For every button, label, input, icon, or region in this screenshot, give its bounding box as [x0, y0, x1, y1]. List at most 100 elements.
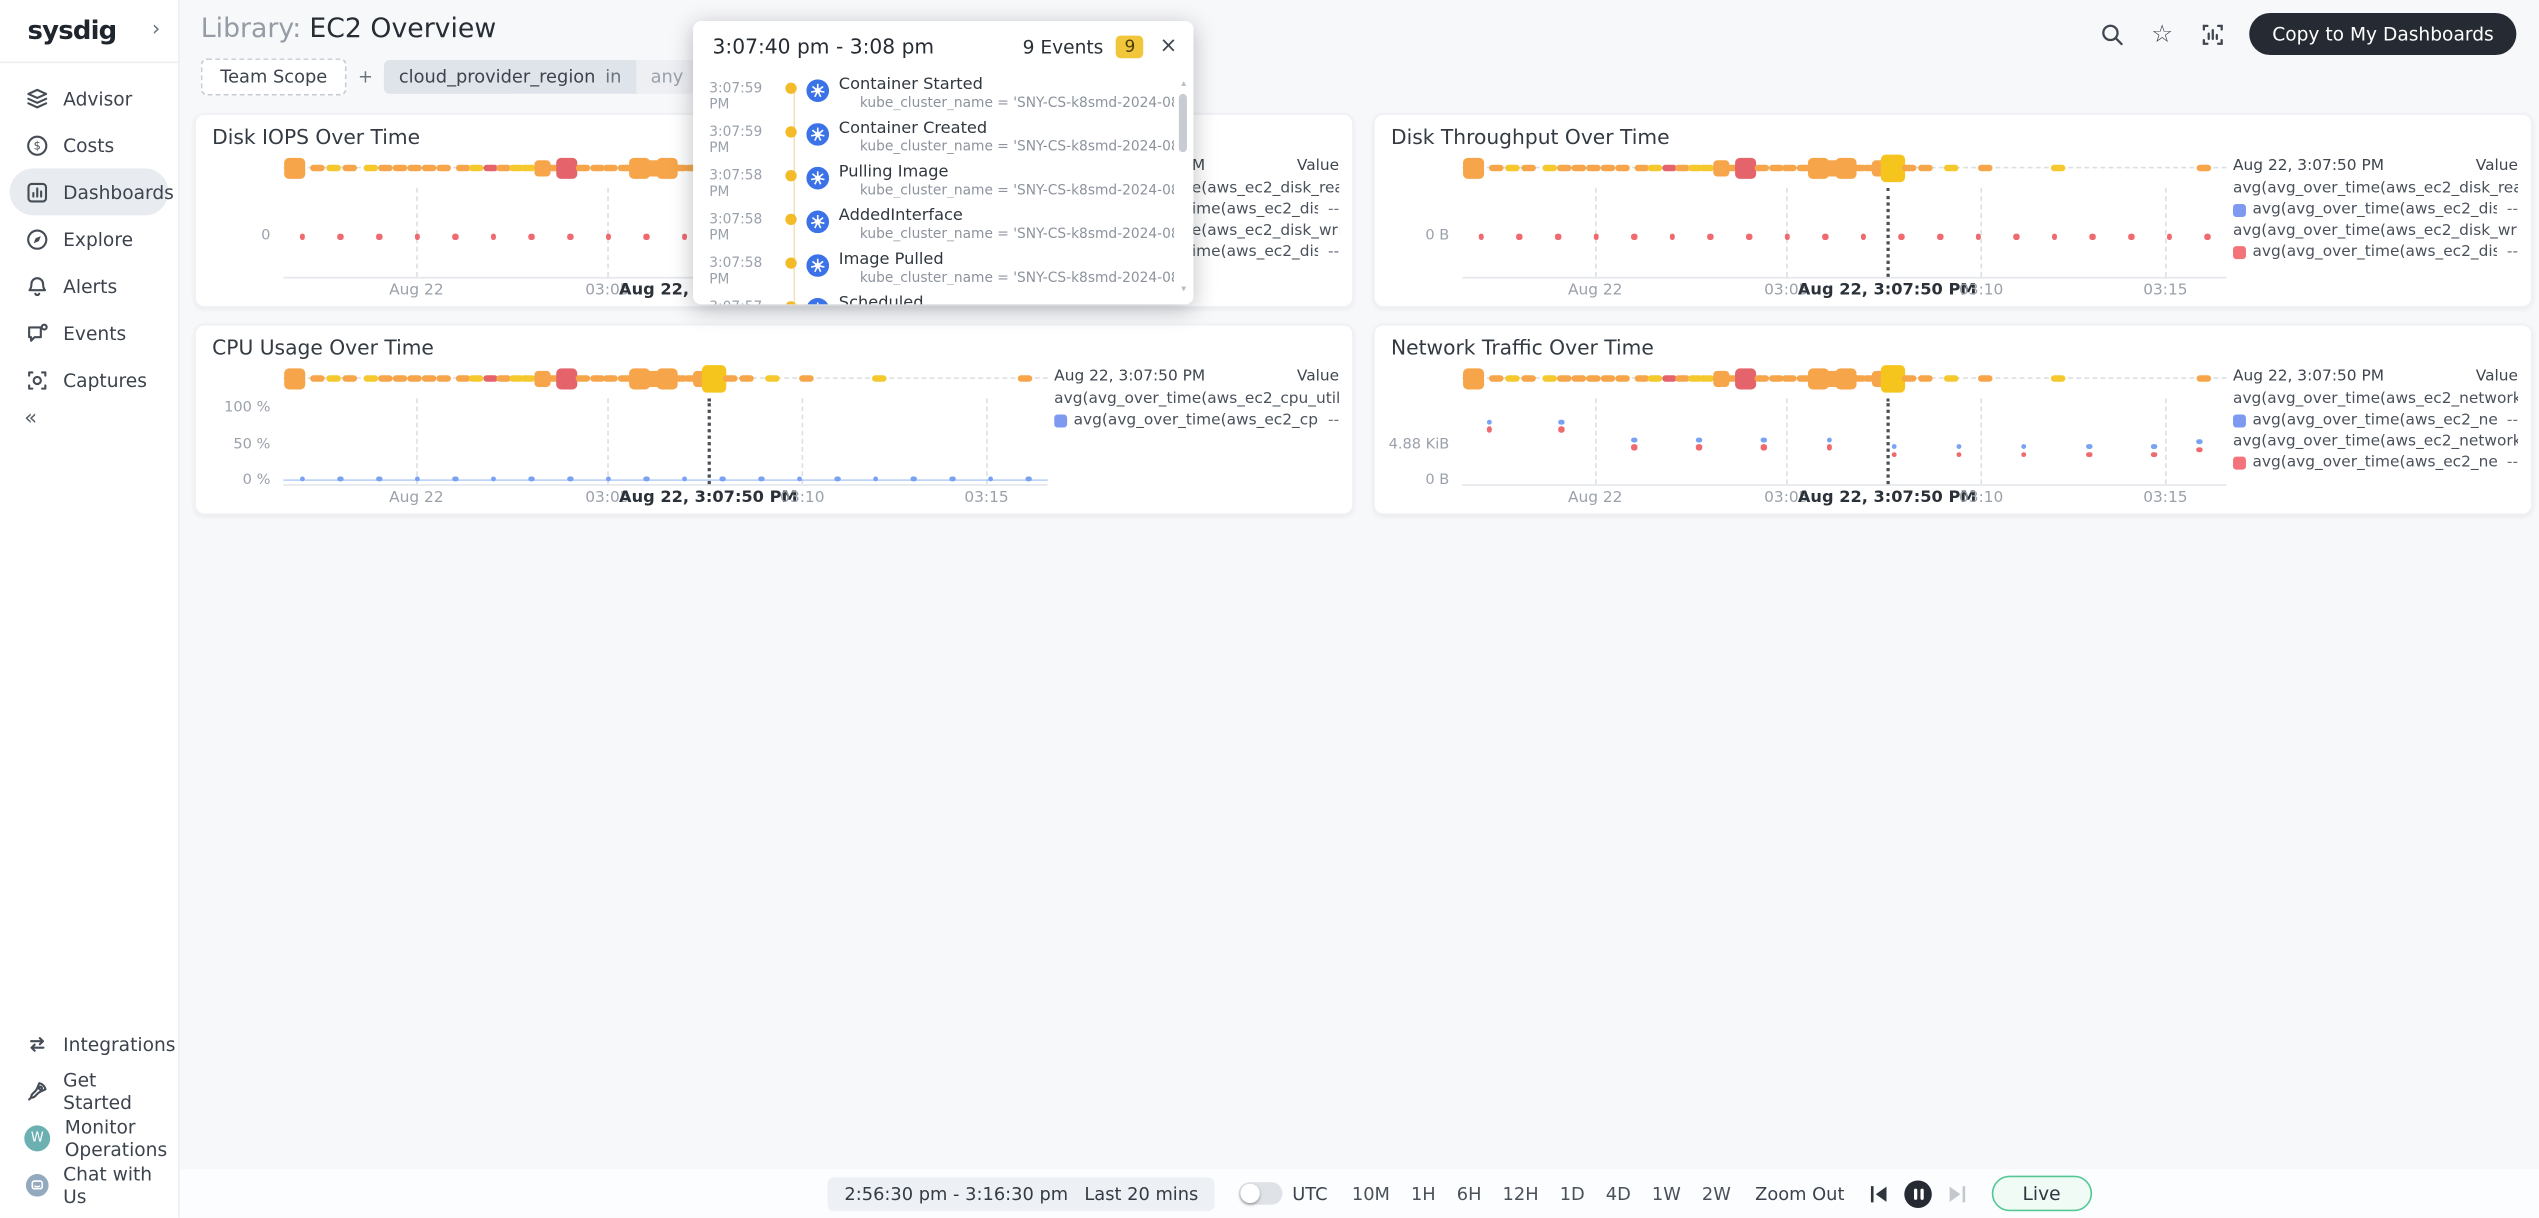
team-scope-pill[interactable]: Team Scope: [200, 58, 347, 96]
event-marker[interactable]: [283, 367, 305, 389]
event-marker[interactable]: [799, 374, 815, 382]
event-marker[interactable]: [342, 163, 358, 172]
event-list-item[interactable]: 3:07:58 PM AddedInterface kube_cluster_nam…: [693, 202, 1180, 246]
legend-series-row[interactable]: avg(avg_over_time(aws_ec2_cpu_utilizati.…: [1054, 410, 1339, 431]
event-list-item[interactable]: 3:07:59 PM Container Started kube_cluster_…: [693, 71, 1180, 115]
event-marker[interactable]: [310, 163, 326, 172]
event-marker[interactable]: [872, 374, 887, 382]
legend-series-row[interactable]: avg(avg_over_time(aws_ec2_disk_write_b..…: [2233, 241, 2518, 262]
time-range-pill[interactable]: 2:56:30 pm - 3:16:30 pm Last 20 mins: [828, 1176, 1215, 1211]
event-marker[interactable]: [1600, 374, 1616, 382]
event-marker[interactable]: [1782, 163, 1798, 172]
event-marker[interactable]: [1634, 163, 1650, 172]
event-marker[interactable]: [1586, 374, 1601, 382]
utc-toggle[interactable]: [1238, 1182, 1283, 1205]
event-marker[interactable]: [407, 374, 423, 382]
star-icon[interactable]: ☆: [2149, 19, 2175, 48]
scroll-up-icon[interactable]: ▴: [1179, 79, 1189, 89]
event-marker[interactable]: [378, 374, 394, 382]
event-marker[interactable]: [1901, 163, 1916, 172]
event-list-item[interactable]: 3:07:58 PM Image Pulled kube_cluster_name …: [693, 246, 1180, 290]
event-marker[interactable]: [1505, 374, 1520, 382]
event-marker[interactable]: [2196, 374, 2211, 382]
event-marker[interactable]: [436, 163, 452, 172]
event-marker[interactable]: [1648, 374, 1663, 382]
event-marker[interactable]: [1978, 374, 1994, 382]
event-marker[interactable]: [310, 374, 326, 382]
event-marker[interactable]: [1769, 374, 1784, 382]
event-marker[interactable]: [1944, 163, 1959, 172]
event-marker[interactable]: [1648, 163, 1663, 172]
event-marker[interactable]: [1615, 163, 1631, 172]
zoom-out-button[interactable]: Zoom Out: [1755, 1183, 1844, 1204]
event-marker[interactable]: [2196, 163, 2211, 172]
sidebar-item-events[interactable]: Events: [0, 309, 178, 356]
event-marker[interactable]: [393, 163, 408, 172]
copy-to-my-dashboards-button[interactable]: Copy to My Dashboards: [2249, 12, 2517, 56]
event-list-item[interactable]: 3:07:59 PM Container Created kube_cluster_…: [693, 115, 1180, 159]
sidebar-expand-icon[interactable]: ›: [152, 18, 160, 42]
quick-range-10m[interactable]: 10M: [1352, 1183, 1390, 1204]
quick-range-1h[interactable]: 1H: [1411, 1183, 1436, 1204]
sidebar-item-monitor-operations[interactable]: W Monitor Operations: [0, 1114, 178, 1161]
event-marker[interactable]: [1521, 163, 1537, 172]
legend-group-row[interactable]: avg(avg_over_time(aws_ec2_network_out{$_…: [2233, 431, 2518, 452]
event-marker[interactable]: [590, 163, 605, 172]
event-marker[interactable]: [1521, 374, 1537, 382]
sidebar-item-dashboards[interactable]: Dashboards: [9, 168, 174, 216]
event-marker[interactable]: [1571, 374, 1587, 382]
scan-chart-icon[interactable]: [2199, 21, 2225, 47]
live-button[interactable]: Live: [1991, 1175, 2092, 1212]
event-marker[interactable]: [1600, 163, 1616, 172]
event-marker[interactable]: [342, 374, 358, 382]
skip-back-icon[interactable]: [1869, 1183, 1890, 1204]
quick-range-1w[interactable]: 1W: [1652, 1183, 1681, 1204]
event-marker[interactable]: [603, 163, 619, 172]
skip-forward-icon[interactable]: [1946, 1183, 1967, 1204]
collapse-sidebar-icon[interactable]: «: [0, 403, 178, 430]
event-marker[interactable]: [555, 367, 577, 389]
event-marker[interactable]: [1918, 374, 1933, 382]
event-marker[interactable]: [1017, 374, 1033, 382]
quick-range-6h[interactable]: 6H: [1457, 1183, 1482, 1204]
event-marker[interactable]: [765, 374, 780, 382]
close-icon[interactable]: ×: [1160, 36, 1178, 57]
event-marker[interactable]: [1489, 163, 1504, 172]
event-marker[interactable]: [1782, 374, 1798, 382]
scroll-down-icon[interactable]: ▾: [1179, 284, 1189, 295]
event-marker[interactable]: [1944, 374, 1959, 382]
legend-group-row[interactable]: avg(avg_over_time(aws_ec2_disk_write_byt…: [2233, 220, 2518, 241]
sidebar-item-alerts[interactable]: Alerts: [0, 262, 178, 309]
event-marker[interactable]: [576, 163, 592, 172]
event-marker[interactable]: [1662, 163, 1677, 172]
quick-range-2w[interactable]: 2W: [1702, 1183, 1731, 1204]
sidebar-item-get-started[interactable]: Get Started: [0, 1067, 178, 1114]
event-marker[interactable]: [1542, 163, 1558, 172]
event-marker[interactable]: [469, 374, 485, 382]
event-marker[interactable]: [576, 374, 592, 382]
event-list-item[interactable]: 3:07:57 PM Scheduledkube_cluster_name = '…: [693, 290, 1180, 305]
legend-group-row[interactable]: avg(avg_over_time(aws_ec2_disk_read_byte…: [2233, 178, 2518, 199]
event-marker[interactable]: [436, 374, 452, 382]
event-marker[interactable]: [378, 163, 394, 172]
event-marker[interactable]: [1755, 374, 1770, 382]
event-marker[interactable]: [555, 157, 577, 179]
legend-series-row[interactable]: avg(avg_over_time(aws_ec2_network_in{$..…: [2233, 410, 2518, 431]
scrollbar-thumb[interactable]: [1178, 93, 1187, 153]
event-marker[interactable]: [422, 374, 437, 382]
event-marker[interactable]: [455, 163, 471, 172]
event-list-item[interactable]: 3:07:58 PM Pulling Image kube_cluster_name…: [693, 159, 1180, 203]
event-marker[interactable]: [283, 157, 305, 179]
event-marker[interactable]: [1734, 367, 1756, 389]
event-marker[interactable]: [1557, 374, 1572, 382]
event-marker[interactable]: [722, 374, 738, 382]
event-marker[interactable]: [2051, 374, 2066, 382]
event-marker[interactable]: [469, 163, 485, 172]
event-marker[interactable]: [363, 163, 379, 172]
event-marker[interactable]: [393, 374, 408, 382]
event-marker[interactable]: [1634, 374, 1650, 382]
event-marker[interactable]: [1662, 374, 1677, 382]
quick-range-4d[interactable]: 4D: [1606, 1183, 1631, 1204]
sidebar-item-explore[interactable]: Explore: [0, 215, 178, 262]
event-marker[interactable]: [483, 374, 498, 382]
